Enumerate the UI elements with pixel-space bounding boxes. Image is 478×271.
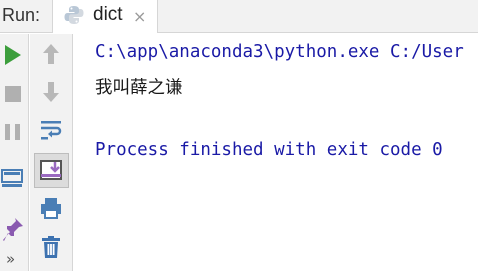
layout-icon[interactable]: [1, 168, 25, 190]
tab-dict[interactable]: dict ×: [52, 0, 158, 33]
output-line: 我叫薛之谦: [95, 78, 183, 98]
pin-icon[interactable]: [1, 216, 25, 244]
run-label: Run:: [2, 5, 41, 25]
console-actions-toolbar: [30, 34, 73, 271]
print-icon[interactable]: [40, 196, 62, 220]
pause-icon[interactable]: [3, 122, 23, 142]
stop-icon[interactable]: [3, 84, 23, 104]
exit-status-line: Process finished with exit code 0: [95, 140, 443, 160]
up-arrow-icon[interactable]: [40, 42, 62, 66]
more-icon[interactable]: »: [6, 250, 15, 268]
rerun-icon[interactable]: [3, 43, 23, 67]
python-icon: [63, 4, 85, 26]
command-line: C:\app\anaconda3\python.exe C:/User: [95, 42, 464, 62]
scroll-to-end-icon[interactable]: [34, 153, 69, 188]
close-icon[interactable]: ×: [133, 7, 146, 26]
run-controls-toolbar: »: [0, 34, 29, 271]
tab-label: dict: [93, 4, 123, 25]
run-panel-header: Run: dict ×: [0, 0, 478, 33]
trash-icon[interactable]: [40, 235, 62, 259]
down-arrow-icon[interactable]: [40, 80, 62, 104]
console-output[interactable]: C:\app\anaconda3\python.exe C:/User 我叫薛之…: [74, 34, 478, 271]
soft-wrap-icon[interactable]: [39, 118, 63, 142]
